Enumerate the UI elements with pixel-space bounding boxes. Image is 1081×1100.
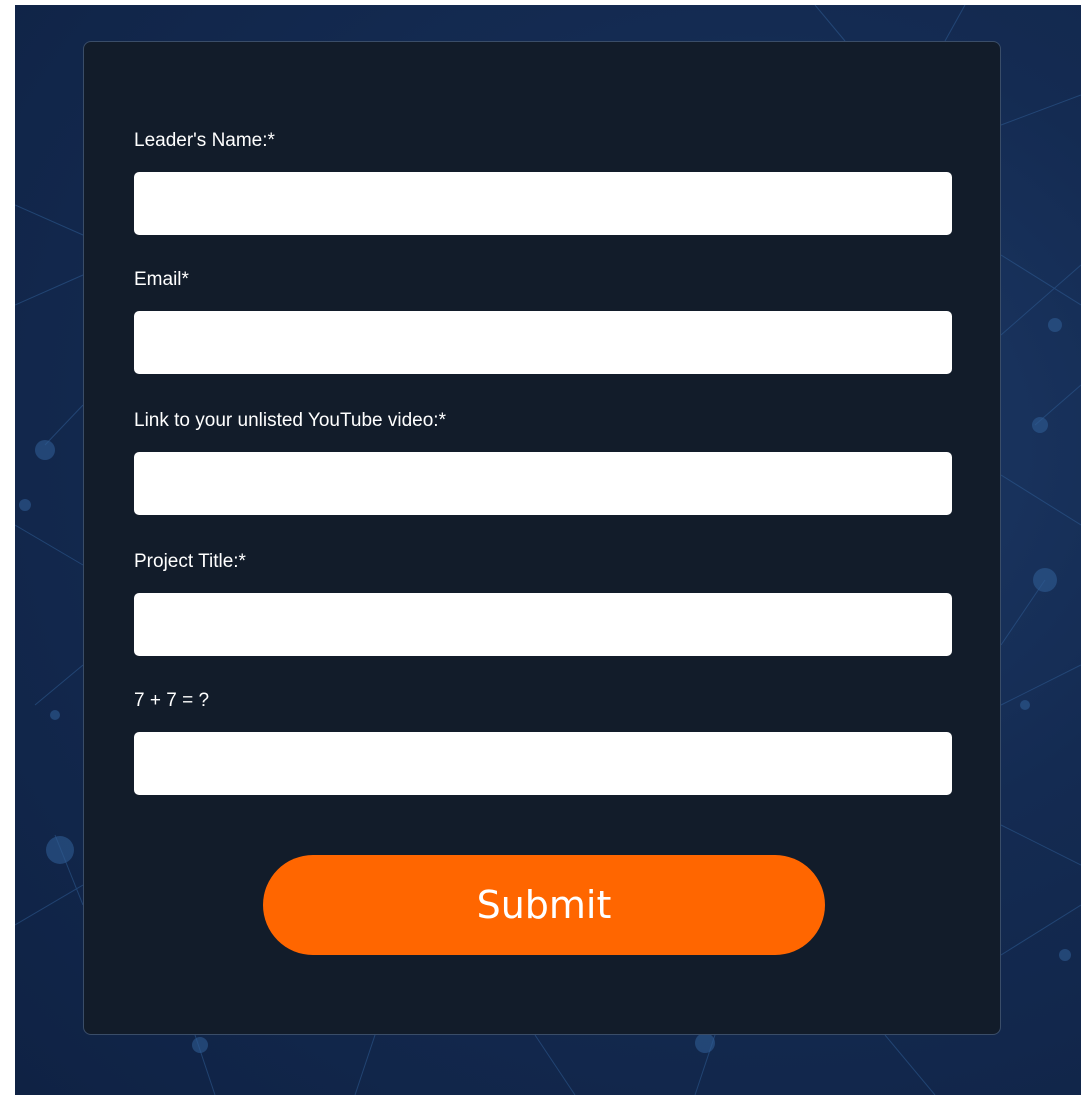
page-background: Leader's Name:* Email* Link to your unli… bbox=[15, 5, 1081, 1095]
email-label: Email* bbox=[134, 269, 189, 290]
project-title-label: Project Title:* bbox=[134, 551, 246, 572]
email-field-group: Email* bbox=[134, 269, 952, 374]
captcha-question-label: 7 + 7 = ? bbox=[134, 690, 210, 711]
submission-form-card: Leader's Name:* Email* Link to your unli… bbox=[83, 41, 1001, 1035]
youtube-link-field-group: Link to your unlisted YouTube video:* bbox=[134, 410, 952, 515]
youtube-link-label: Link to your unlisted YouTube video:* bbox=[134, 410, 446, 431]
youtube-link-input[interactable] bbox=[134, 452, 952, 515]
leader-name-label: Leader's Name:* bbox=[134, 130, 275, 151]
leader-name-field-group: Leader's Name:* bbox=[134, 130, 952, 235]
leader-name-input[interactable] bbox=[134, 172, 952, 235]
project-title-field-group: Project Title:* bbox=[134, 551, 952, 656]
captcha-answer-input[interactable] bbox=[134, 732, 952, 795]
project-title-input[interactable] bbox=[134, 593, 952, 656]
email-input[interactable] bbox=[134, 311, 952, 374]
submit-button[interactable]: Submit bbox=[263, 855, 825, 955]
captcha-field-group: 7 + 7 = ? bbox=[134, 690, 952, 795]
